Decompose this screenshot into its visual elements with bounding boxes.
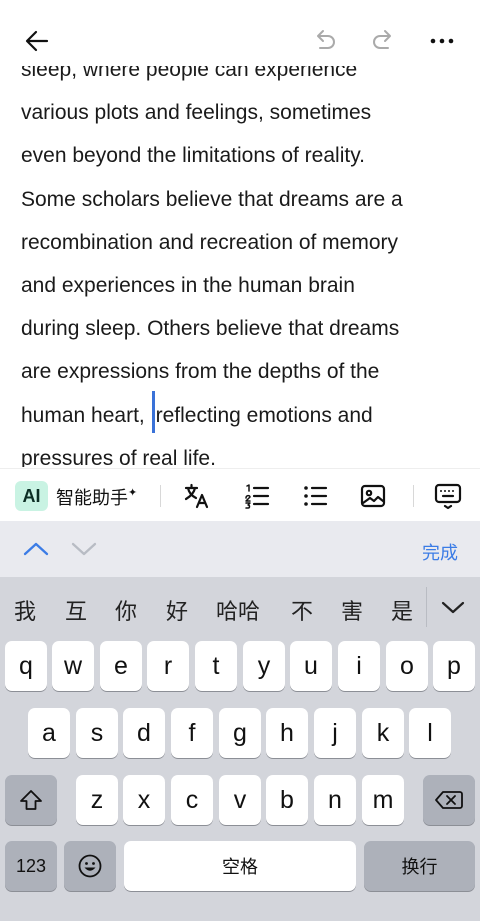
key-u[interactable]: u [290,641,332,691]
delete-key[interactable] [423,775,475,825]
ai-assistant-icon[interactable]: AI [15,481,48,511]
top-bar [0,0,480,66]
text-line: Some scholars believe that dreams are a [21,187,403,211]
key-a[interactable]: a [28,708,70,758]
candidate-word[interactable]: 你 [115,594,137,626]
candidate-word[interactable]: 哈哈 [216,594,260,626]
chevron-up-icon[interactable] [22,537,50,561]
text-line: during sleep. Others believe that dreams [21,317,400,341]
candidate-word[interactable]: 是 [391,594,413,626]
text-line-with-caret: human heart, reflecting emotions and [21,390,461,437]
key-d[interactable]: d [123,708,165,758]
numbered-list-icon [245,484,270,509]
candidate-bar: 我 互 你 好 哈哈 不 害 是 [0,579,480,635]
space-key[interactable]: 空格 [124,841,356,891]
redo-button[interactable] [366,24,400,58]
text-caret [151,390,155,433]
ai-assistant-button[interactable]: 智能助手✦ [56,484,137,510]
done-button[interactable]: 完成 [422,539,458,565]
bullet-list-button[interactable] [300,481,330,511]
key-c[interactable]: c [171,775,213,825]
key-f[interactable]: f [171,708,213,758]
note-body[interactable]: sleep, where people can experience vario… [21,52,461,467]
key-i[interactable]: i [338,641,380,691]
key-m[interactable]: m [362,775,404,825]
key-j[interactable]: j [314,708,356,758]
key-q[interactable]: q [5,641,47,691]
numbered-list-button[interactable] [242,481,272,511]
translate-button[interactable] [182,481,212,511]
undo-button[interactable] [308,24,342,58]
text-after-caret: reflecting emotions and [155,403,373,427]
return-key[interactable]: 换行 [364,841,475,891]
back-button[interactable] [20,24,54,58]
candidate-word[interactable]: 害 [341,594,363,626]
text-line: pressures of real life. [21,446,216,467]
translate-icon [184,483,209,509]
text-line: are expressions from the depths of the [21,360,380,384]
key-y[interactable]: y [243,641,285,691]
format-toolbar: AI 智能助手✦ [0,468,480,521]
text-before-caret: human heart, [21,403,151,427]
emoji-icon [78,854,102,878]
key-p[interactable]: p [433,641,475,691]
candidate-word[interactable]: 互 [65,594,87,626]
keyboard-icon [434,483,462,510]
back-arrow-icon [25,30,49,52]
key-t[interactable]: t [195,641,237,691]
key-x[interactable]: x [123,775,165,825]
key-z[interactable]: z [76,775,118,825]
text-line: and experiences in the human brain [21,273,355,297]
numbers-key[interactable]: 123 [5,841,57,891]
key-g[interactable]: g [219,708,261,758]
key-b[interactable]: b [266,775,308,825]
toolbar-divider [413,485,414,507]
image-icon [360,484,386,508]
key-s[interactable]: s [76,708,118,758]
hide-keyboard-button[interactable] [433,481,463,511]
text-line: recombination and recreation of memory [21,230,399,254]
key-l[interactable]: l [409,708,451,758]
candidate-word[interactable]: 我 [14,594,36,626]
ai-assistant-label: 智能助手 [56,488,128,508]
key-o[interactable]: o [386,641,428,691]
text-line: various plots and feelings, sometimes [21,101,372,125]
candidate-word[interactable]: 不 [291,594,313,626]
text-line: even beyond the limitations of reality. [21,144,365,168]
key-e[interactable]: e [100,641,142,691]
key-w[interactable]: w [52,641,94,691]
undo-icon [317,30,335,49]
candidate-word[interactable]: 好 [166,594,188,626]
more-dots-icon [430,38,454,44]
shift-key[interactable] [5,775,57,825]
backspace-icon [435,791,463,809]
bullet-list-icon [304,486,328,506]
note-editor[interactable]: sleep, where people can experience vario… [0,52,480,467]
key-r[interactable]: r [147,641,189,691]
soft-keyboard: 完成 我 互 你 好 哈哈 不 害 是 q w e r t y u i o p … [0,521,480,921]
chevron-down-icon[interactable] [70,537,98,561]
more-options-button[interactable] [425,24,459,58]
key-n[interactable]: n [314,775,356,825]
key-k[interactable]: k [362,708,404,758]
emoji-key[interactable] [64,841,116,891]
expand-candidates-icon[interactable] [440,597,466,617]
insert-image-button[interactable] [358,481,388,511]
redo-icon [373,30,391,49]
candidate-divider [426,587,427,627]
shift-icon [20,790,42,810]
key-h[interactable]: h [266,708,308,758]
key-v[interactable]: v [219,775,261,825]
sparkle-icon: ✦ [128,487,138,499]
keyboard-accessory-bar: 完成 [0,521,480,577]
toolbar-divider [160,485,161,507]
